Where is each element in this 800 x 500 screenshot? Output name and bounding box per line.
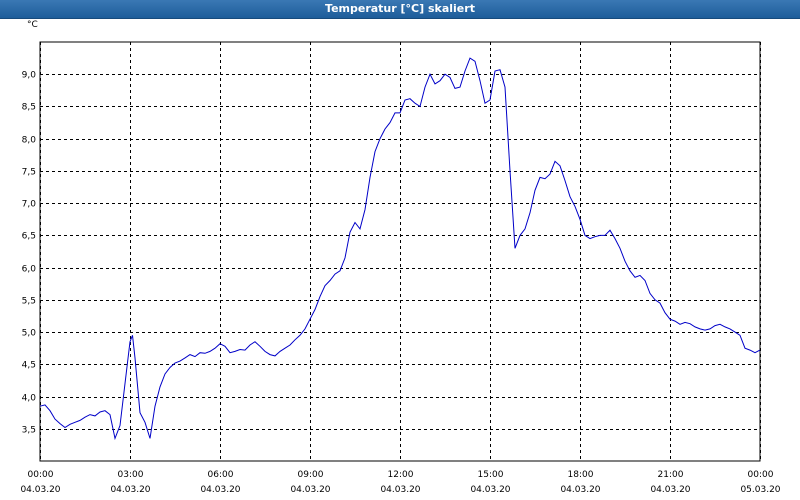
y-tick-label: 5,0 — [22, 329, 37, 339]
y-axis-unit: °C — [27, 20, 38, 30]
x-tick-date: 04.03.20 — [560, 485, 600, 495]
x-tick-date: 04.03.20 — [380, 485, 420, 495]
y-tick-label: 3,5 — [22, 426, 36, 436]
x-tick-time: 06:00 — [208, 470, 234, 480]
window-title: Temperatur [°C] skaliert — [0, 0, 800, 19]
x-tick-time: 00:00 — [748, 470, 774, 480]
y-tick-label: 4,0 — [22, 394, 37, 404]
x-tick-date: 04.03.20 — [110, 485, 150, 495]
x-tick-time: 03:00 — [118, 470, 144, 480]
x-tick-time: 18:00 — [568, 470, 594, 480]
y-tick-label: 5,5 — [22, 297, 36, 307]
x-tick-date: 04.03.20 — [290, 485, 330, 495]
y-tick-label: 6,5 — [22, 232, 36, 242]
x-tick-date: 04.03.20 — [20, 485, 60, 495]
x-tick-time: 21:00 — [658, 470, 684, 480]
y-tick-label: 8,5 — [22, 103, 36, 113]
y-tick-label: 4,5 — [22, 361, 36, 371]
y-tick-label: 8,0 — [22, 136, 37, 146]
x-tick-date: 04.03.20 — [470, 485, 510, 495]
x-tick-date: 04.03.20 — [650, 485, 690, 495]
y-tick-label: 7,5 — [22, 168, 36, 178]
y-tick-label: 6,0 — [22, 265, 37, 275]
x-tick-date: 05.03.20 — [740, 485, 780, 495]
y-tick-label: 7,0 — [22, 200, 37, 210]
temperature-chart: 3,5 4,0 4,5 5,0 5,5 6,0 6,5 7,0 7,5 8,0 8,5 9,0 °C 00… — [20, 20, 780, 495]
x-tick-time: 12:00 — [388, 470, 414, 480]
x-tick-date: 04.03.20 — [200, 485, 240, 495]
chart-window: Temperatur [°C] skaliert 3,5 4,0 4,5 5,0 5,5… — [0, 0, 800, 500]
x-tick-time: 09:00 — [298, 470, 324, 480]
x-tick-time: 15:00 — [478, 470, 504, 480]
x-tick-time: 00:00 — [28, 470, 54, 480]
y-tick-label: 9,0 — [22, 71, 37, 81]
